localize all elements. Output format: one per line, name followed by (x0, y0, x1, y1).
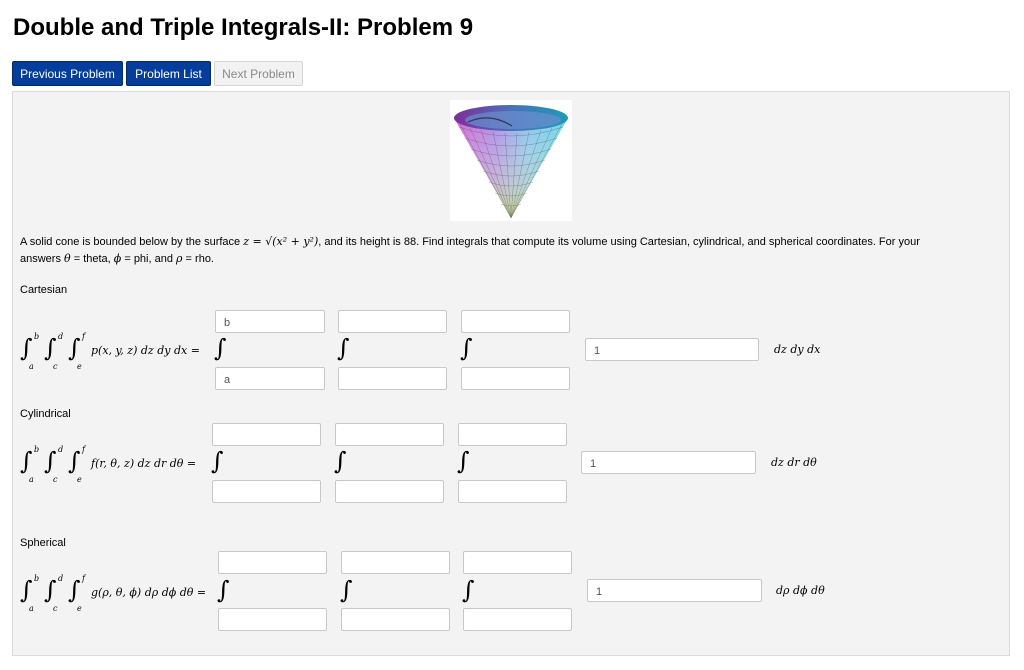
differentials: dz dy dx (774, 343, 821, 356)
limit-f: f (82, 574, 85, 583)
limit-b: b (34, 574, 40, 583)
limit-d: d (58, 332, 64, 341)
integral-sign: ∫ (462, 576, 475, 604)
cone-image (450, 100, 572, 221)
page-title: Double and Triple Integrals-II: Problem … (13, 14, 474, 41)
limit-c: c (53, 362, 58, 371)
statement-text: answers (20, 253, 65, 265)
middle-upper-limit-input[interactable] (335, 423, 444, 446)
section-label-cylindrical: Cylindrical (20, 408, 71, 420)
integral-sign: ∫ (68, 447, 81, 475)
integral-sign: ∫ (214, 334, 227, 362)
statement-text: = rho. (182, 253, 214, 265)
integrand-input[interactable]: 1 (587, 579, 762, 602)
limit-b: b (34, 445, 40, 454)
limit-b: b (34, 332, 40, 341)
statement-text: = phi, and (121, 253, 177, 265)
outer-upper-limit-input[interactable] (212, 423, 321, 446)
limit-c: c (53, 475, 58, 484)
next-problem-button[interactable]: Next Problem (214, 61, 303, 86)
problem-statement-line-2: answers θ = theta, ϕ = phi, and ρ = rho. (20, 252, 214, 265)
integral-sign: ∫ (334, 447, 347, 475)
integrand-expression: g(ρ, θ, ϕ) dρ dϕ dθ = (91, 586, 207, 599)
statement-text: , and its height is 88. Find integrals t… (318, 236, 920, 248)
integral-sign: ∫ (217, 576, 230, 604)
integrand-expression: p(x, y, z) dz dy dx = (91, 344, 200, 357)
integral-sign: ∫ (44, 334, 57, 362)
integrand-input[interactable]: 1 (581, 451, 756, 474)
limit-d: d (58, 574, 64, 583)
surface-equation: z = √(x² + y²) (243, 235, 319, 248)
inner-lower-limit-input[interactable] (461, 367, 570, 390)
limit-f: f (82, 445, 85, 454)
integral-sign: ∫ (460, 334, 473, 362)
inner-lower-limit-input[interactable] (463, 608, 572, 631)
limit-a: a (29, 475, 34, 484)
limit-a: a (29, 604, 34, 613)
differentials: dρ dϕ dθ (776, 584, 825, 597)
theta-symbol: θ (64, 252, 71, 265)
limit-d: d (58, 445, 64, 454)
integral-sign: ∫ (457, 447, 470, 475)
integral-sign: ∫ (340, 576, 353, 604)
outer-upper-limit-input[interactable] (218, 551, 327, 574)
outer-lower-limit-input[interactable]: a (215, 367, 325, 390)
limit-c: c (53, 604, 58, 613)
limit-e: e (77, 475, 82, 484)
integral-sign: ∫ (68, 576, 81, 604)
limit-a: a (29, 362, 34, 371)
outer-upper-limit-input[interactable]: b (215, 310, 325, 333)
integral-sign: ∫ (68, 334, 81, 362)
section-label-spherical: Spherical (20, 537, 66, 549)
statement-text: = theta, (70, 253, 114, 265)
differentials: dz dr dθ (771, 456, 817, 469)
inner-upper-limit-input[interactable] (461, 310, 570, 333)
integrand-input[interactable]: 1 (585, 338, 759, 361)
statement-text: A solid cone is bounded below by the sur… (20, 236, 244, 248)
inner-upper-limit-input[interactable] (463, 551, 572, 574)
integral-sign: ∫ (44, 576, 57, 604)
middle-upper-limit-input[interactable] (338, 310, 447, 333)
previous-problem-button[interactable]: Previous Problem (12, 61, 123, 86)
integral-sign: ∫ (44, 447, 57, 475)
middle-upper-limit-input[interactable] (341, 551, 450, 574)
middle-lower-limit-input[interactable] (341, 608, 450, 631)
integral-sign: ∫ (20, 576, 33, 604)
integral-sign: ∫ (211, 447, 224, 475)
problem-statement: A solid cone is bounded below by the sur… (20, 235, 980, 248)
section-label-cartesian: Cartesian (20, 284, 68, 296)
limit-e: e (77, 604, 82, 613)
middle-lower-limit-input[interactable] (338, 367, 447, 390)
integral-sign: ∫ (20, 334, 33, 362)
problem-list-button[interactable]: Problem List (126, 61, 211, 86)
outer-lower-limit-input[interactable] (218, 608, 327, 631)
integral-sign: ∫ (20, 447, 33, 475)
inner-upper-limit-input[interactable] (458, 423, 567, 446)
outer-lower-limit-input[interactable] (212, 480, 321, 503)
middle-lower-limit-input[interactable] (335, 480, 444, 503)
limit-e: e (77, 362, 82, 371)
integrand-expression: f(r, θ, z) dz dr dθ = (91, 457, 197, 470)
limit-f: f (82, 332, 85, 341)
inner-lower-limit-input[interactable] (458, 480, 567, 503)
integral-sign: ∫ (337, 334, 350, 362)
